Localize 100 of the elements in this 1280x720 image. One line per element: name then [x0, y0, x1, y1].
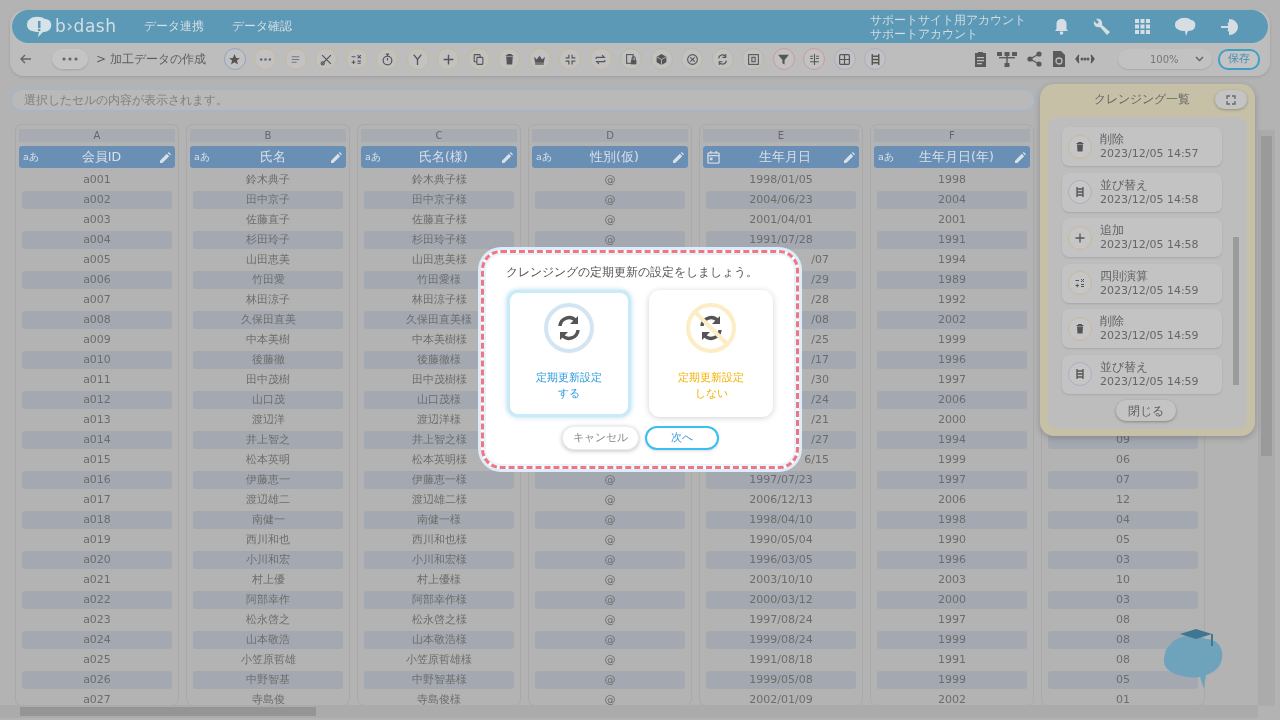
table-cell: /17 — [801, 351, 856, 369]
cycle-tool-button[interactable] — [711, 48, 734, 70]
table-tool-button[interactable] — [833, 48, 856, 70]
table-cell-text: 松永啓之 — [245, 612, 291, 628]
history-item[interactable]: 並び替え 2023/12/05 14:59 — [1062, 354, 1222, 394]
table-cell-text: 2006 — [937, 492, 967, 508]
wrench-icon[interactable] — [1093, 17, 1111, 36]
table-cell: 山本敬浩 — [193, 631, 343, 649]
pencil-icon[interactable] — [844, 151, 855, 163]
table-cell-text: 佐藤直子 — [245, 212, 291, 228]
stopwatch-tool-button[interactable] — [376, 48, 399, 70]
code-icon[interactable] — [1075, 53, 1095, 65]
table-cell-text: a001 — [82, 172, 112, 188]
swap-tool-button[interactable] — [589, 48, 612, 70]
history-item[interactable]: 四則演算 2023/12/05 14:59 — [1062, 263, 1222, 303]
table-cell: 1997 — [877, 471, 1027, 489]
square-tool-button[interactable] — [742, 48, 765, 70]
pencil-icon[interactable] — [502, 151, 513, 163]
table-cell-text: 2006/12/13 — [748, 492, 814, 508]
history-item[interactable]: 追加 2023/12/05 14:58 — [1062, 218, 1222, 257]
table-cell: @ — [535, 551, 685, 569]
column-header[interactable]: aあ 氏名(様) — [361, 146, 517, 168]
trash-tool-button[interactable] — [498, 48, 521, 70]
table-cell-text: 1990/05/04 — [748, 532, 814, 548]
ladder-tool-button[interactable] — [864, 48, 887, 70]
horizontal-scrollbar[interactable] — [0, 705, 1258, 718]
star-tool-button[interactable] — [223, 48, 246, 70]
column-letter: B — [190, 129, 346, 142]
pencil-icon[interactable] — [331, 151, 342, 163]
grid-icon[interactable] — [1135, 19, 1150, 34]
back-arrow-icon[interactable] — [20, 54, 32, 64]
table-cell: @ — [535, 671, 685, 689]
lock-tool-button[interactable] — [620, 48, 643, 70]
history-item[interactable]: 削除 2023/12/05 14:57 — [1062, 127, 1222, 166]
table-cell: 田中京子様 — [364, 191, 514, 209]
branch-tool-button[interactable] — [406, 48, 429, 70]
share-icon[interactable] — [1027, 51, 1042, 67]
bell-icon[interactable] — [1054, 18, 1069, 35]
column-header[interactable]: aあ 会員ID — [19, 146, 175, 168]
table-cell-text: 1998/01/05 — [748, 172, 814, 188]
table-cell-text: 松本英明 — [245, 452, 291, 468]
history-item[interactable]: 並び替え 2023/12/05 14:58 — [1062, 172, 1222, 212]
table-cell-text: @ — [603, 492, 617, 508]
cloud-icon[interactable] — [1174, 17, 1196, 36]
swap-icon — [594, 52, 608, 66]
type-label: aあ — [878, 149, 895, 164]
column-header[interactable]: aあ 氏名 — [190, 146, 346, 168]
table-cell-text: a009 — [82, 332, 112, 348]
close-button[interactable]: 閉じる — [1115, 400, 1176, 421]
more-button[interactable] — [52, 49, 88, 69]
column-header[interactable]: 生年月日 — [703, 146, 859, 168]
table-cell-text: /07 — [810, 252, 830, 268]
save-button[interactable]: 保存 — [1218, 48, 1260, 70]
zoom-select[interactable]: 100% — [1118, 49, 1212, 69]
scissors-tool-button[interactable] — [315, 48, 338, 70]
clipboard-icon[interactable] — [974, 51, 987, 67]
step-time: 2023/12/05 14:57 — [1100, 146, 1199, 161]
filter-tool-button[interactable] — [772, 48, 795, 70]
table-cell-text: /21 — [810, 412, 830, 428]
document-refresh-icon[interactable] — [1052, 51, 1065, 67]
table-cell: a016 — [22, 471, 172, 489]
hierarchy-icon[interactable] — [997, 51, 1017, 67]
column-letter: D — [532, 129, 688, 142]
table-cell-text: 林田涼子様 — [410, 292, 468, 308]
table-cell-text: 1990 — [937, 532, 967, 548]
column-header[interactable]: aあ 性別(仮) — [532, 146, 688, 168]
table-cell: a024 — [22, 631, 172, 649]
option-label: しない — [694, 386, 728, 402]
step-time: 2023/12/05 14:58 — [1100, 191, 1199, 207]
plus-tool-button[interactable] — [437, 48, 460, 70]
close-circle-tool-button[interactable] — [681, 48, 704, 70]
logo-text[interactable]: b›dash — [55, 13, 117, 40]
vertical-scrollbar[interactable] — [1258, 130, 1275, 706]
cancel-button[interactable]: キャンセル — [561, 426, 639, 450]
table-cell-text: 1998 — [937, 172, 967, 188]
star-icon — [228, 52, 242, 66]
pencil-icon[interactable] — [1015, 151, 1026, 163]
cube-tool-button[interactable] — [650, 48, 673, 70]
option-card[interactable]: 定期更新設定 する — [507, 290, 631, 417]
pencil-icon[interactable] — [673, 151, 684, 163]
history-item[interactable]: 削除 2023/12/05 14:59 — [1062, 309, 1222, 348]
table-cell: 中野智基 — [193, 671, 343, 689]
dots-tool-button[interactable] — [254, 48, 277, 70]
nav-link[interactable]: データ確認 — [232, 17, 293, 36]
expand-button[interactable] — [1215, 90, 1247, 109]
table-cell: 2004 — [877, 191, 1027, 209]
compress-tool-button[interactable] — [559, 48, 582, 70]
table-cell-text: 1994 — [937, 252, 967, 268]
next-button[interactable]: 次へ — [644, 426, 719, 450]
option-card[interactable]: 定期更新設定 しない — [649, 290, 773, 417]
column-header[interactable]: aあ 生年月日(年) — [874, 146, 1030, 168]
copy-tool-button[interactable] — [467, 48, 490, 70]
split-tool-button[interactable] — [803, 48, 826, 70]
table-cell: 1998 — [877, 511, 1027, 529]
crown-tool-button[interactable] — [528, 48, 551, 70]
table-cell: 山本敬浩様 — [364, 631, 514, 649]
lines-tool-button[interactable] — [284, 48, 307, 70]
pencil-icon[interactable] — [160, 151, 171, 163]
math-tool-button[interactable] — [345, 48, 368, 70]
nav-link[interactable]: データ連携 — [144, 17, 205, 36]
